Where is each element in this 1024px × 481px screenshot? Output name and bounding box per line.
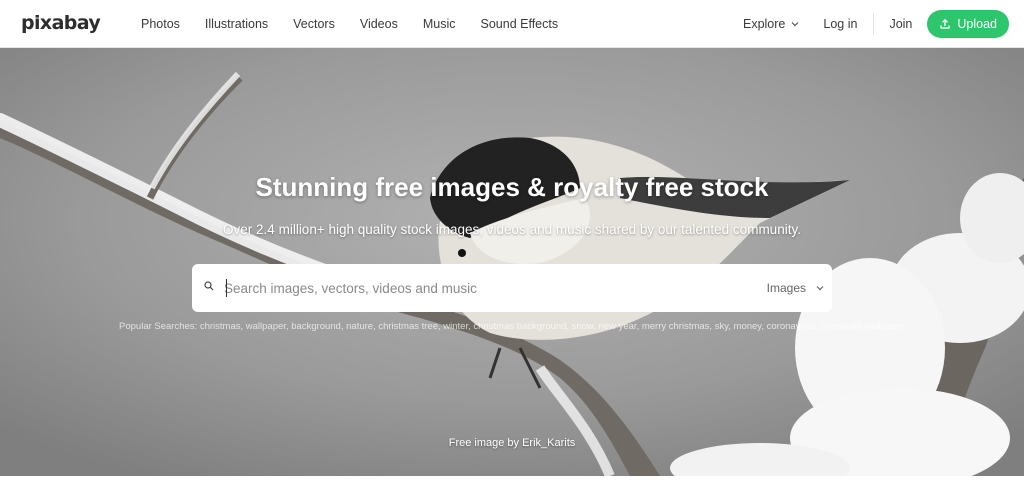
nav-sound-effects[interactable]: Sound Effects	[481, 17, 559, 31]
popular-term-wallpaper[interactable]: wallpaper	[246, 321, 286, 332]
pixabay-logo[interactable]: pixabay	[21, 12, 101, 34]
hero-section: Stunning free images & royalty free stoc…	[0, 48, 1024, 476]
popular-term-christmas-background[interactable]: christmas background	[473, 321, 566, 332]
popular-term-christmas[interactable]: christmas	[200, 321, 241, 332]
search-icon	[204, 281, 214, 291]
popular-term-christmas-tree[interactable]: christmas tree	[378, 321, 438, 332]
hero-subtitle: Over 2.4 million+ high quality stock ima…	[223, 222, 801, 237]
nav-music[interactable]: Music	[423, 17, 456, 31]
nav-videos[interactable]: Videos	[360, 17, 398, 31]
nav-photos[interactable]: Photos	[141, 17, 180, 31]
upload-label: Upload	[957, 17, 997, 31]
media-type-select[interactable]: Images	[767, 264, 824, 312]
popular-term-money[interactable]: money	[734, 321, 762, 332]
popular-term-new-year[interactable]: new year	[599, 321, 637, 332]
media-type-label: Images	[766, 281, 806, 295]
join-link[interactable]: Join	[889, 17, 912, 31]
popular-term-snow[interactable]: snow	[572, 321, 594, 332]
account-nav: Explore Log in Join Upload	[743, 0, 1009, 48]
nav-vectors[interactable]: Vectors	[293, 17, 335, 31]
search-bar: Images	[192, 264, 832, 312]
search-input[interactable]	[224, 276, 744, 300]
popular-searches: Popular Searches: christmas, wallpaper, …	[119, 321, 905, 332]
popular-term-nature[interactable]: nature	[346, 321, 373, 332]
chevron-down-icon	[816, 285, 824, 291]
nav-illustrations[interactable]: Illustrations	[205, 17, 268, 31]
popular-term-merry-christmas[interactable]: merry christmas	[642, 321, 710, 332]
image-credit[interactable]: Free image by Erik_Karits	[0, 437, 1024, 449]
popular-term-background[interactable]: background	[291, 321, 341, 332]
login-link[interactable]: Log in	[823, 13, 875, 35]
popular-prefix: Popular Searches:	[119, 321, 198, 332]
main-nav: Photos Illustrations Vectors Videos Musi…	[141, 0, 583, 48]
hero-background-image	[0, 48, 1024, 476]
explore-menu[interactable]: Explore	[743, 17, 799, 31]
text-caret	[226, 279, 227, 297]
explore-label: Explore	[742, 17, 786, 31]
popular-term-christmas-wallpaper[interactable]: christmas wallpaper	[821, 321, 905, 332]
upload-icon	[939, 18, 951, 30]
site-header: pixabay Photos Illustrations Vectors Vid…	[0, 0, 1024, 48]
upload-button[interactable]: Upload	[927, 10, 1009, 38]
chevron-down-icon	[791, 21, 799, 27]
hero-title: Stunning free images & royalty free stoc…	[255, 172, 769, 202]
popular-term-sky[interactable]: sky	[715, 321, 729, 332]
popular-term-coronavirus[interactable]: coronavirus	[767, 321, 816, 332]
popular-term-winter[interactable]: winter	[443, 321, 468, 332]
